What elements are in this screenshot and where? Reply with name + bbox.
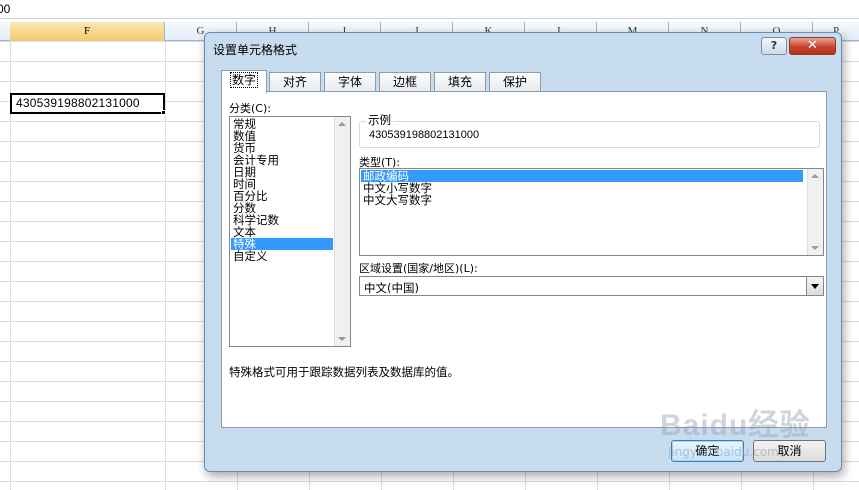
dropdown-button[interactable] bbox=[806, 277, 823, 295]
active-cell-value: 430539198802131000 bbox=[16, 96, 140, 110]
category-list[interactable]: 常规 数值 货币 会计专用 日期 时间 百分比 分数 科学记数 文本 特殊 自定… bbox=[229, 116, 351, 347]
scroll-up-icon[interactable] bbox=[338, 122, 346, 126]
locale-value: 中文(中国) bbox=[364, 281, 419, 295]
fill-handle[interactable] bbox=[161, 110, 166, 115]
sample-value: 430539198802131000 bbox=[369, 129, 480, 141]
tab-border[interactable]: 边框 bbox=[379, 72, 431, 92]
type-scrollbar[interactable] bbox=[807, 169, 823, 255]
tab-number[interactable]: 数字 bbox=[221, 70, 267, 93]
close-button[interactable]: ✕ bbox=[789, 37, 836, 55]
help-button[interactable]: ? bbox=[761, 37, 787, 55]
locale-label: 区域设置(国家/地区)(L): bbox=[359, 262, 478, 275]
tab-fill[interactable]: 填充 bbox=[434, 72, 486, 92]
tab-number-label: 数字 bbox=[229, 72, 259, 88]
type-item[interactable]: 中文大写数字 bbox=[361, 194, 803, 206]
watermark-url: jingyan.baidu.com bbox=[668, 445, 779, 459]
chevron-down-icon bbox=[811, 284, 819, 289]
scroll-down-icon[interactable] bbox=[338, 337, 346, 341]
format-description: 特殊格式可用于跟踪数据列表及数据库的值。 bbox=[229, 365, 459, 379]
formula-bar-value: 00 bbox=[0, 2, 11, 16]
category-label: 分类(C): bbox=[229, 102, 271, 115]
scroll-down-icon[interactable] bbox=[811, 246, 819, 250]
sample-group: 430539198802131000 bbox=[359, 121, 820, 148]
category-item[interactable]: 自定义 bbox=[231, 250, 333, 262]
tab-protection[interactable]: 保护 bbox=[489, 72, 541, 92]
watermark-logo: Baidu经验 bbox=[660, 409, 811, 442]
number-tab-panel: 分类(C): 常规 数值 货币 会计专用 日期 时间 百分比 分数 科学记数 文… bbox=[221, 91, 827, 428]
sample-label: 示例 bbox=[366, 112, 393, 128]
tab-alignment[interactable]: 对齐 bbox=[269, 72, 321, 92]
type-list[interactable]: 邮政编码 中文小写数字 中文大写数字 bbox=[359, 168, 824, 256]
active-cell[interactable]: 430539198802131000 bbox=[10, 93, 165, 114]
grid-line bbox=[165, 41, 166, 490]
formula-bar[interactable]: 00 bbox=[0, 0, 859, 19]
category-scrollbar[interactable] bbox=[334, 117, 350, 346]
locale-select[interactable]: 中文(中国) bbox=[359, 276, 824, 296]
dialog-title: 设置单元格格式 bbox=[213, 43, 298, 57]
column-header-f[interactable]: F bbox=[10, 22, 165, 41]
tab-font[interactable]: 字体 bbox=[324, 72, 376, 92]
scroll-up-icon[interactable] bbox=[811, 174, 819, 178]
